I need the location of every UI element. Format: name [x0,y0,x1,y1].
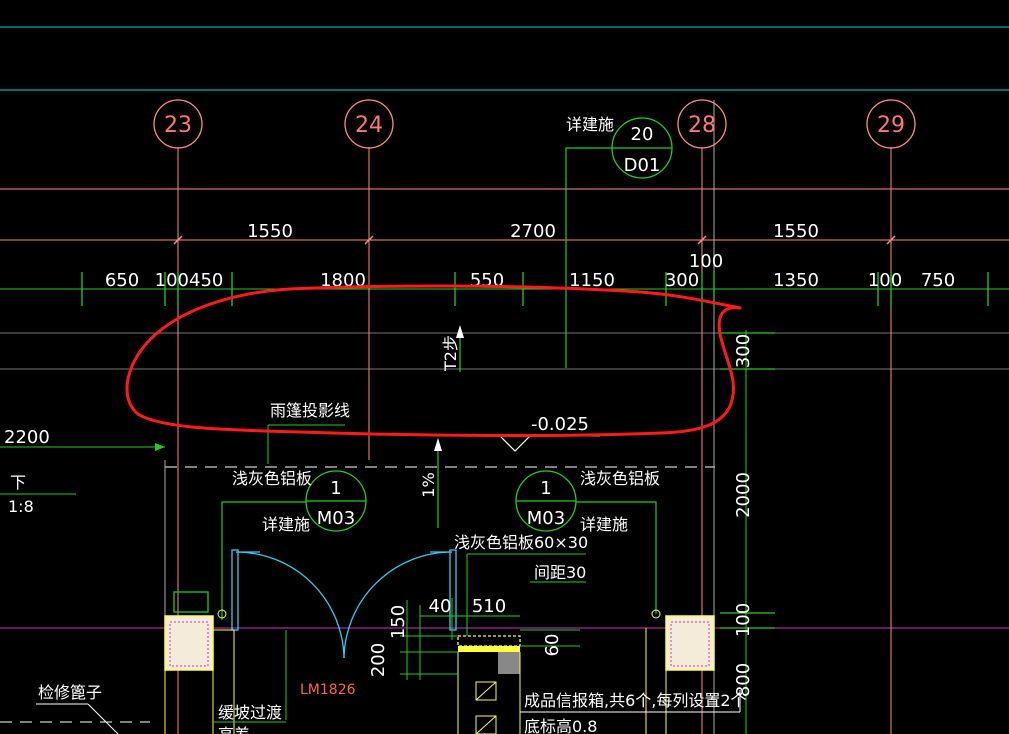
dim-text: 100 [868,270,902,291]
elevation-marker: -0.025 [499,414,600,452]
dim-60: 60 [542,634,563,657]
grille-detail [457,635,521,734]
dim-150: 150 [388,605,409,639]
door-swing [231,549,457,659]
canopy-line-label: 雨篷投影线 [270,401,350,420]
wall-column-right [645,609,715,734]
dim-200: 200 [368,643,389,677]
alum-detail-callout: 浅灰色铝板60×30 间距30 [454,533,588,636]
dim-text: 1550 [247,221,293,242]
dim-text: 100450 [155,270,224,291]
mailbox-note-line1: 成品信报箱,共6个,每列设置2个 [524,691,747,710]
axis-bubble-28: 28 [677,99,727,149]
down-label: 下 [10,473,26,492]
mailbox-note-line2: 底标高0.8 [524,717,597,734]
detail-ref-left-sheet: M03 [317,508,355,529]
detail-ref-top-number: 20 [631,124,654,145]
slope-arrow-lower: 1% [419,438,442,528]
detail-ref-left-number: 1 [330,478,341,499]
alum-right-label: 浅灰色铝板 [580,469,660,488]
axis-label: 24 [355,113,383,138]
elevation-text: -0.025 [531,414,589,435]
dim-text: 100 [689,251,723,272]
ramp-label: 缓坡过渡 [218,703,282,722]
dim-text-vertical: 300 [733,334,754,368]
dim-text-vertical: 100 [733,603,754,637]
dim-40: 40 [429,596,452,617]
maintenance-callout: 检修篦子 [36,683,119,734]
detail-ref-right-sheet: M03 [527,508,565,529]
slope-arrow-upper: T2步 [441,325,464,372]
dim-text: 1350 [773,270,819,291]
maintenance-label: 检修篦子 [38,683,102,702]
red-markup-outline [125,284,742,438]
detail-ref-top-sheet: D01 [624,155,661,176]
dim-text: 750 [921,270,955,291]
detail-ref-right-number: 1 [540,478,551,499]
level-2200: 2200 [4,427,50,448]
ratio-label: 1:8 [8,497,34,516]
dim-text: 650 [105,270,139,291]
detail-ref-left: 1 M03 详建施 浅灰色铝板 [221,469,367,620]
cad-floor-plan-drawing: 23 24 28 29 1550 2700 1550 100 650 10045… [0,26,1009,734]
axis-label: 23 [164,113,192,138]
alum-left-label: 浅灰色铝板 [232,469,312,488]
spacing-label: 间距30 [534,563,586,582]
alum-detail-label: 浅灰色铝板60×30 [454,533,588,552]
slope-top-label: T2步 [441,335,460,372]
axis-bubble-29: 29 [866,99,916,149]
slope-label: 1% [419,472,438,497]
axis-label: 29 [877,113,905,138]
detail-ref-left-note: 详建施 [262,515,310,534]
detail-ref-right-note: 详建施 [580,515,628,534]
dim-text: 2700 [510,221,556,242]
ramp-label-cont: 高差 [218,725,250,734]
door-code-label: LM1826 [300,682,356,698]
detail-ref-top-note: 详建施 [566,115,614,134]
dim-text: 1550 [773,221,819,242]
dim-510: 510 [472,596,506,617]
left-level-notes: 2200 下 1:8 [0,427,165,516]
axis-label: 28 [688,113,716,138]
dim-text: 300 [665,270,699,291]
detail-ref-top: 20 D01 详建施 [565,115,673,368]
ramp-callout: 缓坡过渡 高差 [214,630,287,734]
axis-bubble-24: 24 [344,99,394,149]
axis-bubble-23: 23 [153,99,203,149]
mailbox-note: 成品信报箱,共6个,每列设置2个 底标高0.8 [520,690,747,734]
dim-text-vertical: 2000 [733,472,754,518]
